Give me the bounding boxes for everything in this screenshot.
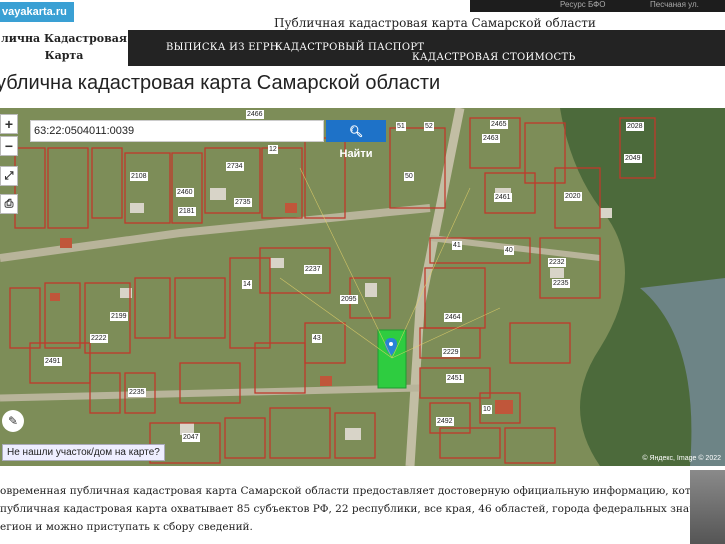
browser-bookmarks-strip: Ресурс БФО Песчаная ул. (470, 0, 725, 12)
not-found-link[interactable]: Не нашли участок/дом на карте? (2, 444, 165, 461)
description-line: публичная кадастровая карта охватывает 8… (0, 503, 690, 515)
plot-label[interactable]: 2463 (482, 134, 500, 143)
plot-label[interactable]: 43 (312, 334, 322, 343)
plot-label[interactable]: 2049 (624, 154, 642, 163)
plot-label[interactable]: 2734 (226, 162, 244, 171)
print-icon[interactable]: ⎙ (0, 194, 18, 214)
plot-label[interactable]: 2232 (548, 258, 566, 267)
plot-label[interactable]: 2466 (246, 110, 264, 119)
description-line: овременная публичная кадастровая карта С… (0, 485, 690, 497)
plot-label[interactable]: 12 (268, 145, 278, 154)
top-header: vayakarta.ru Публичная кадастровая карта… (0, 0, 725, 30)
side-thumbnail-image[interactable] (690, 470, 725, 544)
bookmark-item[interactable]: Песчаная ул. (650, 0, 699, 9)
map-attribution: © Яндекс, Image © 2022 (642, 455, 721, 462)
plot-label[interactable]: 2235 (128, 388, 146, 397)
header-title: Публичная кадастровая карта Самарской об… (274, 16, 596, 30)
plot-label[interactable]: 2095 (340, 295, 358, 304)
site-name-line: лична Кадастровая (0, 32, 127, 45)
plot-label[interactable]: 2222 (90, 334, 108, 343)
plot-label[interactable]: 2735 (234, 198, 252, 207)
search-button-label: Найти (339, 148, 373, 160)
main-navbar: ВЫПИСКА ИЗ ЕГРН КАДАСТРОВЫЙ ПАСПОРТ КАДА… (128, 30, 725, 66)
site-name-line: Карта (44, 49, 84, 62)
plot-label[interactable]: 2181 (178, 207, 196, 216)
plot-label[interactable]: 51 (396, 122, 406, 131)
plot-label[interactable]: 2108 (130, 172, 148, 181)
zoom-in-button[interactable]: + (0, 114, 18, 134)
plot-label[interactable]: 2464 (444, 313, 462, 322)
nav-egrn-extract[interactable]: ВЫПИСКА ИЗ ЕГРН (166, 42, 279, 53)
search-button[interactable]: 🔍︎ Найти (326, 120, 386, 160)
plot-label[interactable]: 2492 (436, 417, 454, 426)
plot-label[interactable]: 2229 (442, 348, 460, 357)
description-text: овременная публичная кадастровая карта С… (0, 482, 690, 536)
plot-label[interactable]: 10 (482, 405, 492, 414)
page-title: ублична кадастровая карта Самарской обла… (0, 72, 441, 94)
plot-label[interactable]: 2237 (304, 265, 322, 274)
plot-label[interactable]: 41 (452, 241, 462, 250)
pencil-icon[interactable]: ✎ (2, 410, 24, 432)
search-icon: 🔍︎ (349, 126, 363, 138)
nav-cadastral-value[interactable]: КАДАСТРОВАЯ СТОИМОСТЬ (412, 52, 575, 63)
site-name[interactable]: лична Кадастровая Карта (0, 30, 128, 64)
cadastral-map[interactable]: 2466 2465 2463 2028 51 52 12 2049 50 273… (0, 108, 725, 466)
plot-label[interactable]: 14 (242, 280, 252, 289)
plot-label[interactable]: 50 (404, 172, 414, 181)
plot-label[interactable]: 2461 (494, 193, 512, 202)
plot-label[interactable]: 2235 (552, 279, 570, 288)
plot-label[interactable]: 2020 (564, 192, 582, 201)
fullscreen-icon[interactable]: ⤢ (0, 166, 18, 186)
plot-label[interactable]: 2465 (490, 120, 508, 129)
plot-label[interactable]: 2451 (446, 374, 464, 383)
plot-label[interactable]: 52 (424, 122, 434, 131)
bookmark-item[interactable]: Ресурс БФО (560, 0, 605, 9)
plot-label[interactable]: 2491 (44, 357, 62, 366)
plot-label[interactable]: 2460 (176, 188, 194, 197)
nav-cadastral-passport[interactable]: КАДАСТРОВЫЙ ПАСПОРТ (275, 42, 424, 53)
plot-label[interactable]: 2028 (626, 122, 644, 131)
site-url-logo[interactable]: vayakarta.ru (0, 2, 74, 22)
cadastral-number-search-input[interactable] (30, 120, 324, 142)
plot-label[interactable]: 2047 (182, 433, 200, 442)
plot-label[interactable]: 40 (504, 246, 514, 255)
plot-label[interactable]: 2199 (110, 312, 128, 321)
description-line: егион и можно приступать к сбору сведени… (0, 521, 253, 533)
zoom-out-button[interactable]: − (0, 136, 18, 156)
